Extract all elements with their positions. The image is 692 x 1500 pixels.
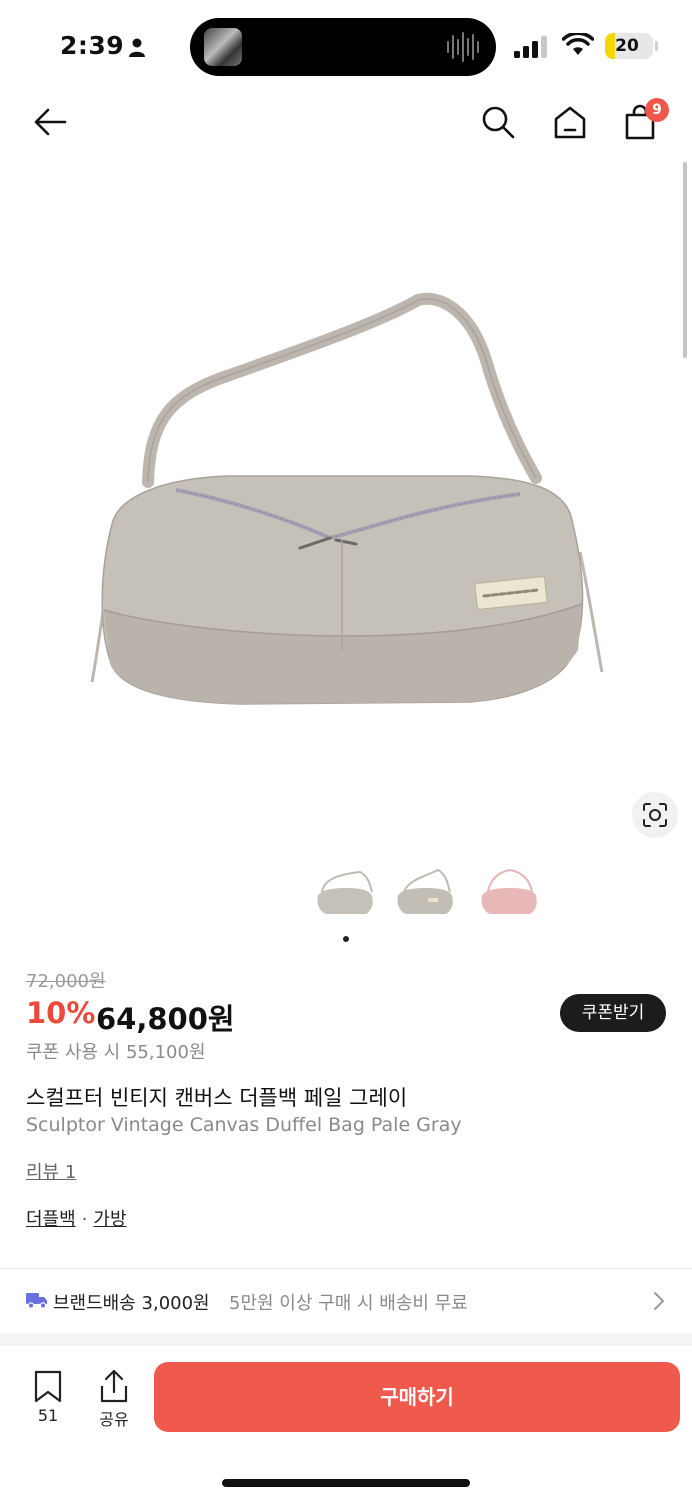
pagination-dot <box>343 936 349 942</box>
discount-rate: 10% <box>26 996 96 1030</box>
category-separator: · <box>81 1209 88 1230</box>
bookmark-count: 51 <box>37 1406 59 1425</box>
shipping-info-row[interactable]: 브랜드배송 3,000원 5만원 이상 구매 시 배송비 무료 <box>0 1269 692 1333</box>
share-button[interactable]: 공유 <box>92 1368 136 1430</box>
coupon-price: 쿠폰 사용 시 55,100원 <box>26 1042 206 1063</box>
search-icon <box>482 106 515 139</box>
status-time: 2:39 <box>60 31 125 60</box>
now-playing-artwork <box>204 28 242 66</box>
person-icon <box>129 38 145 57</box>
category-breadcrumb: 더플백 · 가방 <box>26 1205 127 1231</box>
arrow-left-icon <box>34 108 67 136</box>
buy-button[interactable]: 구매하기 <box>154 1362 680 1432</box>
share-icon <box>100 1370 128 1403</box>
thumbnail-strip <box>312 862 552 926</box>
home-indicator[interactable] <box>222 1479 470 1487</box>
battery-nub <box>655 41 658 51</box>
cellular-signal-icon <box>514 36 547 58</box>
back-button[interactable] <box>28 100 72 144</box>
free-shipping-note: 5만원 이상 구매 시 배송비 무료 <box>229 1293 468 1314</box>
share-label: 공유 <box>99 1410 129 1429</box>
bookmark-button[interactable]: 51 <box>28 1368 68 1430</box>
shipping-label: 브랜드배송 3,000원 <box>53 1293 210 1314</box>
product-title-english: Sculptor Vintage Canvas Duffel Bag Pale … <box>26 1114 462 1136</box>
bookmark-icon <box>34 1370 62 1403</box>
cart-count-badge: 9 <box>645 98 669 122</box>
home-icon <box>554 106 586 139</box>
visual-search-button[interactable] <box>632 792 678 838</box>
original-price: 72,000원 <box>26 971 106 992</box>
status-bar: 2:39 20 <box>0 0 692 90</box>
battery-indicator: 20 <box>605 33 653 59</box>
dynamic-island[interactable] <box>190 18 496 76</box>
search-button[interactable] <box>476 100 520 144</box>
thumbnail-pink-front[interactable] <box>476 862 542 924</box>
section-separator <box>0 1333 692 1345</box>
duffel-bag-illustration <box>90 292 604 705</box>
thumbnail-gray-angle[interactable] <box>392 862 458 924</box>
audio-waveform-icon <box>447 32 479 62</box>
thumbnail-gray-front[interactable] <box>312 862 378 924</box>
category-duffel-bag-link[interactable]: 더플백 <box>26 1209 76 1230</box>
wifi-icon <box>562 33 594 55</box>
battery-level: 20 <box>615 36 639 56</box>
get-coupon-button[interactable]: 쿠폰받기 <box>560 994 666 1032</box>
product-title-korean: 스컬프터 빈티지 캔버스 더플백 페일 그레이 <box>26 1086 408 1110</box>
category-bag-link[interactable]: 가방 <box>93 1209 126 1230</box>
review-link[interactable]: 리뷰 1 <box>26 1158 76 1184</box>
scrollbar-thumb[interactable] <box>683 162 687 358</box>
product-image[interactable] <box>0 160 692 860</box>
sale-price: 64,800원 <box>96 1002 235 1036</box>
chevron-right-icon <box>654 1292 664 1310</box>
delivery-truck-icon <box>26 1293 47 1309</box>
camera-lens-icon <box>643 803 667 827</box>
home-button[interactable] <box>548 100 592 144</box>
